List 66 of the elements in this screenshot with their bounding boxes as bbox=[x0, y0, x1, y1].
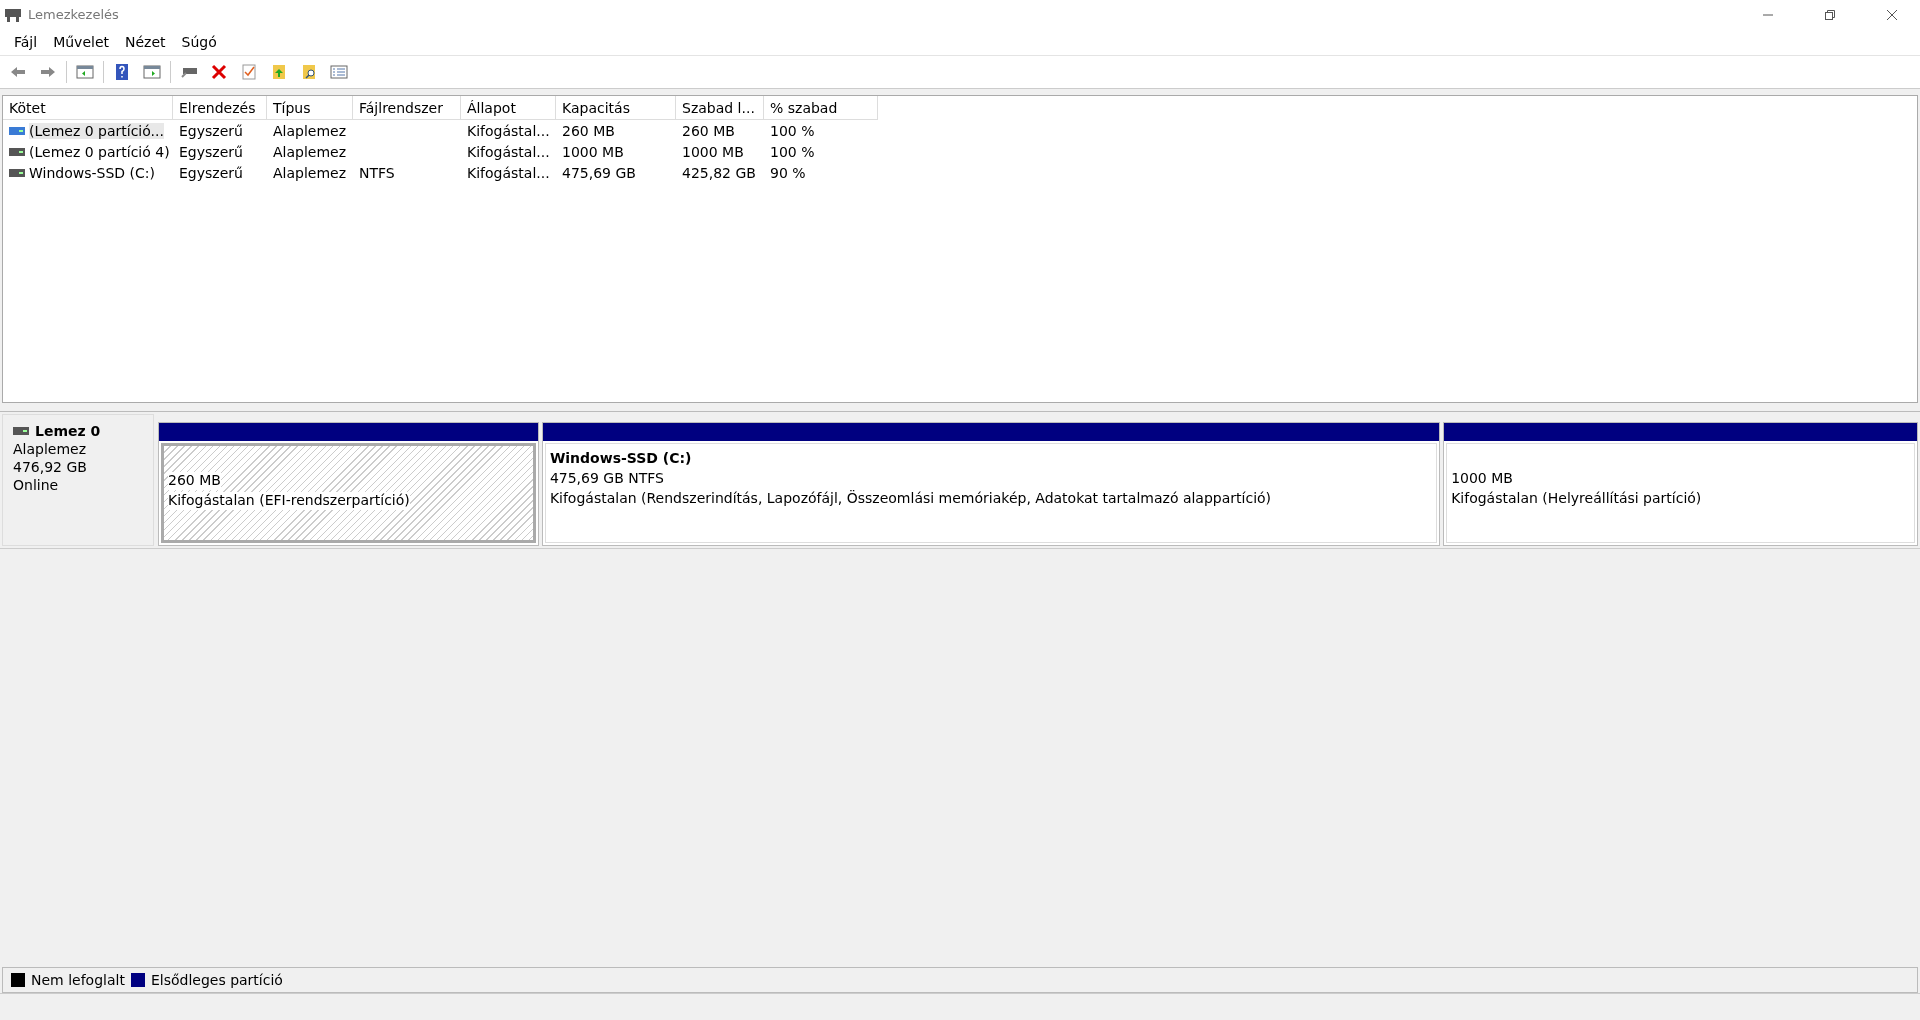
table-cell[interactable]: (Lemez 0 partíció... bbox=[29, 122, 164, 139]
partition-block[interactable]: 1000 MB Kifogástalan (Helyreállítási partíció) bbox=[1443, 422, 1918, 546]
table-cell[interactable]: NTFS bbox=[359, 164, 395, 181]
column-header[interactable]: Elrendezés bbox=[173, 96, 267, 120]
table-cell[interactable]: 90 % bbox=[770, 164, 806, 181]
partition-block[interactable]: 260 MB Kifogástalan (EFI-rendszerpartíció) bbox=[158, 422, 539, 546]
partition-title: Windows-SSD (C:) bbox=[549, 450, 692, 468]
partition-status: Kifogástalan (EFI-rendszerpartíció) bbox=[168, 492, 410, 510]
table-cell[interactable]: 260 MB bbox=[562, 122, 615, 139]
table-cell[interactable]: Kifogástal... bbox=[467, 164, 550, 181]
menu-item[interactable]: Nézet bbox=[117, 31, 174, 53]
help-icon bbox=[113, 63, 131, 81]
column-header[interactable]: Állapot bbox=[461, 96, 556, 120]
table-cell[interactable]: Egyszerű bbox=[179, 143, 243, 160]
table-cell[interactable]: Kifogástal... bbox=[467, 143, 550, 160]
legend-label: Nem lefoglalt bbox=[31, 972, 125, 988]
column-header[interactable]: Típus bbox=[267, 96, 353, 120]
column-header[interactable]: Kapacitás bbox=[556, 96, 676, 120]
drive-icon bbox=[9, 125, 25, 136]
column-header[interactable]: Fájlrendszer bbox=[353, 96, 461, 120]
window-title: Lemezkezelés bbox=[28, 7, 120, 22]
partition-block[interactable]: Windows-SSD (C:) 475,69 GB NTFS Kifogástalan (Rendszerindítás, Lapozófájl, Összeomlási memóriakép, Adatokat tartalmazó alappartíció) bbox=[541, 422, 1441, 546]
table-cell[interactable]: Alaplemez bbox=[273, 143, 347, 160]
table-cell[interactable]: Egyszerű bbox=[179, 122, 243, 139]
disk-status: Online bbox=[13, 477, 60, 493]
pane-left-icon bbox=[76, 63, 94, 81]
folder-search-icon bbox=[300, 63, 318, 81]
drive-icon bbox=[9, 167, 25, 178]
table-cell[interactable]: 100 % bbox=[770, 143, 815, 160]
menu-item[interactable]: Fájl bbox=[6, 31, 46, 53]
table-cell[interactable]: (Lemez 0 partíció 4) bbox=[29, 143, 170, 160]
menu-item[interactable]: Művelet bbox=[45, 31, 117, 53]
partition-size: 260 MB bbox=[168, 472, 221, 490]
table-cell[interactable]: Egyszerű bbox=[179, 164, 243, 181]
partition-status: Kifogástalan (Rendszerindítás, Lapozófájl, Összeomlási memóriakép, Adatokat tartalmazó alappartíció) bbox=[549, 490, 1272, 508]
legend-label: Elsődleges partíció bbox=[150, 972, 283, 988]
disk-type: Alaplemez bbox=[13, 441, 88, 457]
disk-size: 476,92 GB bbox=[13, 459, 88, 475]
column-header[interactable]: % szabad bbox=[764, 96, 878, 120]
table-cell[interactable]: 260 MB bbox=[682, 122, 735, 139]
disk-label-panel[interactable]: Lemez 0 Alaplemez 476,92 GB Online bbox=[2, 414, 154, 546]
restore-icon bbox=[1824, 8, 1836, 21]
table-cell[interactable]: 475,69 GB bbox=[562, 164, 636, 181]
table-cell[interactable]: Kifogástal... bbox=[467, 122, 550, 139]
folder-up-icon bbox=[270, 63, 288, 81]
close-icon bbox=[1886, 8, 1898, 21]
pane-right-icon bbox=[143, 63, 161, 81]
table-cell[interactable]: Alaplemez bbox=[273, 122, 347, 139]
properties-icon bbox=[330, 63, 348, 81]
checklist-icon bbox=[240, 63, 258, 81]
drive-icon bbox=[13, 426, 29, 436]
drive-icon bbox=[9, 146, 25, 157]
disk-name: Lemez 0 bbox=[35, 423, 101, 439]
menu-item[interactable]: Súgó bbox=[173, 31, 225, 53]
table-cell[interactable]: 425,82 GB bbox=[682, 164, 756, 181]
app-icon bbox=[4, 6, 22, 23]
table-cell[interactable]: Windows-SSD (C:) bbox=[29, 164, 155, 181]
column-header[interactable]: Kötet bbox=[3, 96, 173, 120]
delete-icon bbox=[210, 63, 228, 81]
table-cell[interactable]: 1000 MB bbox=[562, 143, 624, 160]
table-cell[interactable]: 100 % bbox=[770, 122, 815, 139]
table-cell[interactable]: 1000 MB bbox=[682, 143, 744, 160]
column-header[interactable]: Szabad l... bbox=[676, 96, 764, 120]
table-cell[interactable]: Alaplemez bbox=[273, 164, 347, 181]
partition-status: Kifogástalan (Helyreállítási partíció) bbox=[1451, 490, 1702, 508]
partition-size: 475,69 GB NTFS bbox=[549, 470, 664, 488]
